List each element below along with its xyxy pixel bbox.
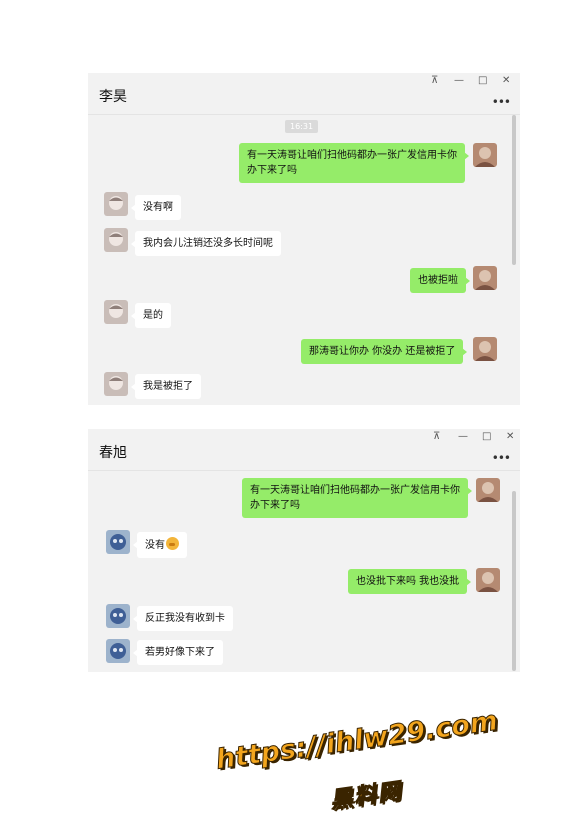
contact-avatar[interactable]	[106, 639, 130, 663]
contact-avatar[interactable]	[104, 372, 128, 396]
message-timestamp: 16:31	[285, 120, 319, 133]
contact-avatar[interactable]	[104, 300, 128, 324]
maximize-icon[interactable]: □	[482, 431, 491, 443]
message-bubble-received[interactable]: 若男好像下来了	[133, 640, 223, 665]
my-avatar[interactable]	[476, 478, 500, 502]
watermark-site-name: 黑料网	[328, 778, 404, 814]
my-avatar[interactable]	[473, 143, 497, 167]
watermark-url: https://ihlw29.com	[214, 705, 501, 776]
my-avatar[interactable]	[473, 337, 497, 361]
close-icon[interactable]: ✕	[502, 75, 510, 87]
chat-titlebar: 春旭 ⊼ — □ ✕ •••	[88, 429, 520, 471]
chat-window-chunxu: 春旭 ⊼ — □ ✕ ••• 有一天涛哥让咱们扫他码都办一张广发信用卡你办下来了…	[88, 429, 520, 672]
minimize-icon[interactable]: —	[458, 431, 468, 443]
message-bubble-sent[interactable]: 有一天涛哥让咱们扫他码都办一张广发信用卡你办下来了吗	[242, 478, 472, 518]
contact-avatar[interactable]	[106, 604, 130, 628]
my-avatar[interactable]	[473, 266, 497, 290]
contact-avatar[interactable]	[106, 530, 130, 554]
more-icon[interactable]: •••	[492, 451, 511, 465]
scrollbar[interactable]	[512, 491, 516, 671]
pin-icon[interactable]: ⊼	[431, 75, 438, 87]
pin-icon[interactable]: ⊼	[433, 431, 440, 443]
message-bubble-sent[interactable]: 那涛哥让你办 你没办 还是被拒了	[301, 339, 468, 364]
face-emoji-icon	[166, 537, 179, 550]
contact-avatar[interactable]	[104, 228, 128, 252]
message-bubble-received[interactable]: 我是被拒了	[131, 374, 201, 399]
my-avatar[interactable]	[476, 568, 500, 592]
close-icon[interactable]: ✕	[506, 431, 514, 443]
message-bubble-sent[interactable]: 也被拒啦	[410, 268, 470, 293]
message-bubble-received[interactable]: 没有	[133, 532, 187, 558]
chat-title: 春旭	[99, 445, 127, 461]
message-bubble-received[interactable]: 我内会儿注销还没多长时间呢	[131, 231, 281, 256]
chat-titlebar: 李昊 ⊼ — □ ✕ •••	[88, 73, 520, 115]
message-bubble-received[interactable]: 没有啊	[131, 195, 181, 220]
chat-window-lihao: 李昊 ⊼ — □ ✕ ••• 16:31 有一天涛哥让咱们扫他码都办一张广发信用…	[88, 73, 520, 405]
message-bubble-received[interactable]: 是的	[131, 303, 171, 328]
message-text: 没有	[145, 540, 165, 551]
minimize-icon[interactable]: —	[454, 75, 464, 87]
contact-avatar[interactable]	[104, 192, 128, 216]
message-bubble-sent[interactable]: 也没批下来吗 我也没批	[348, 569, 472, 594]
chat-title: 李昊	[99, 89, 127, 105]
message-bubble-sent[interactable]: 有一天涛哥让咱们扫他码都办一张广发信用卡你办下来了吗	[239, 143, 469, 183]
message-bubble-received[interactable]: 反正我没有收到卡	[133, 606, 233, 631]
scrollbar[interactable]	[512, 115, 516, 265]
more-icon[interactable]: •••	[492, 95, 511, 109]
maximize-icon[interactable]: □	[478, 75, 487, 87]
